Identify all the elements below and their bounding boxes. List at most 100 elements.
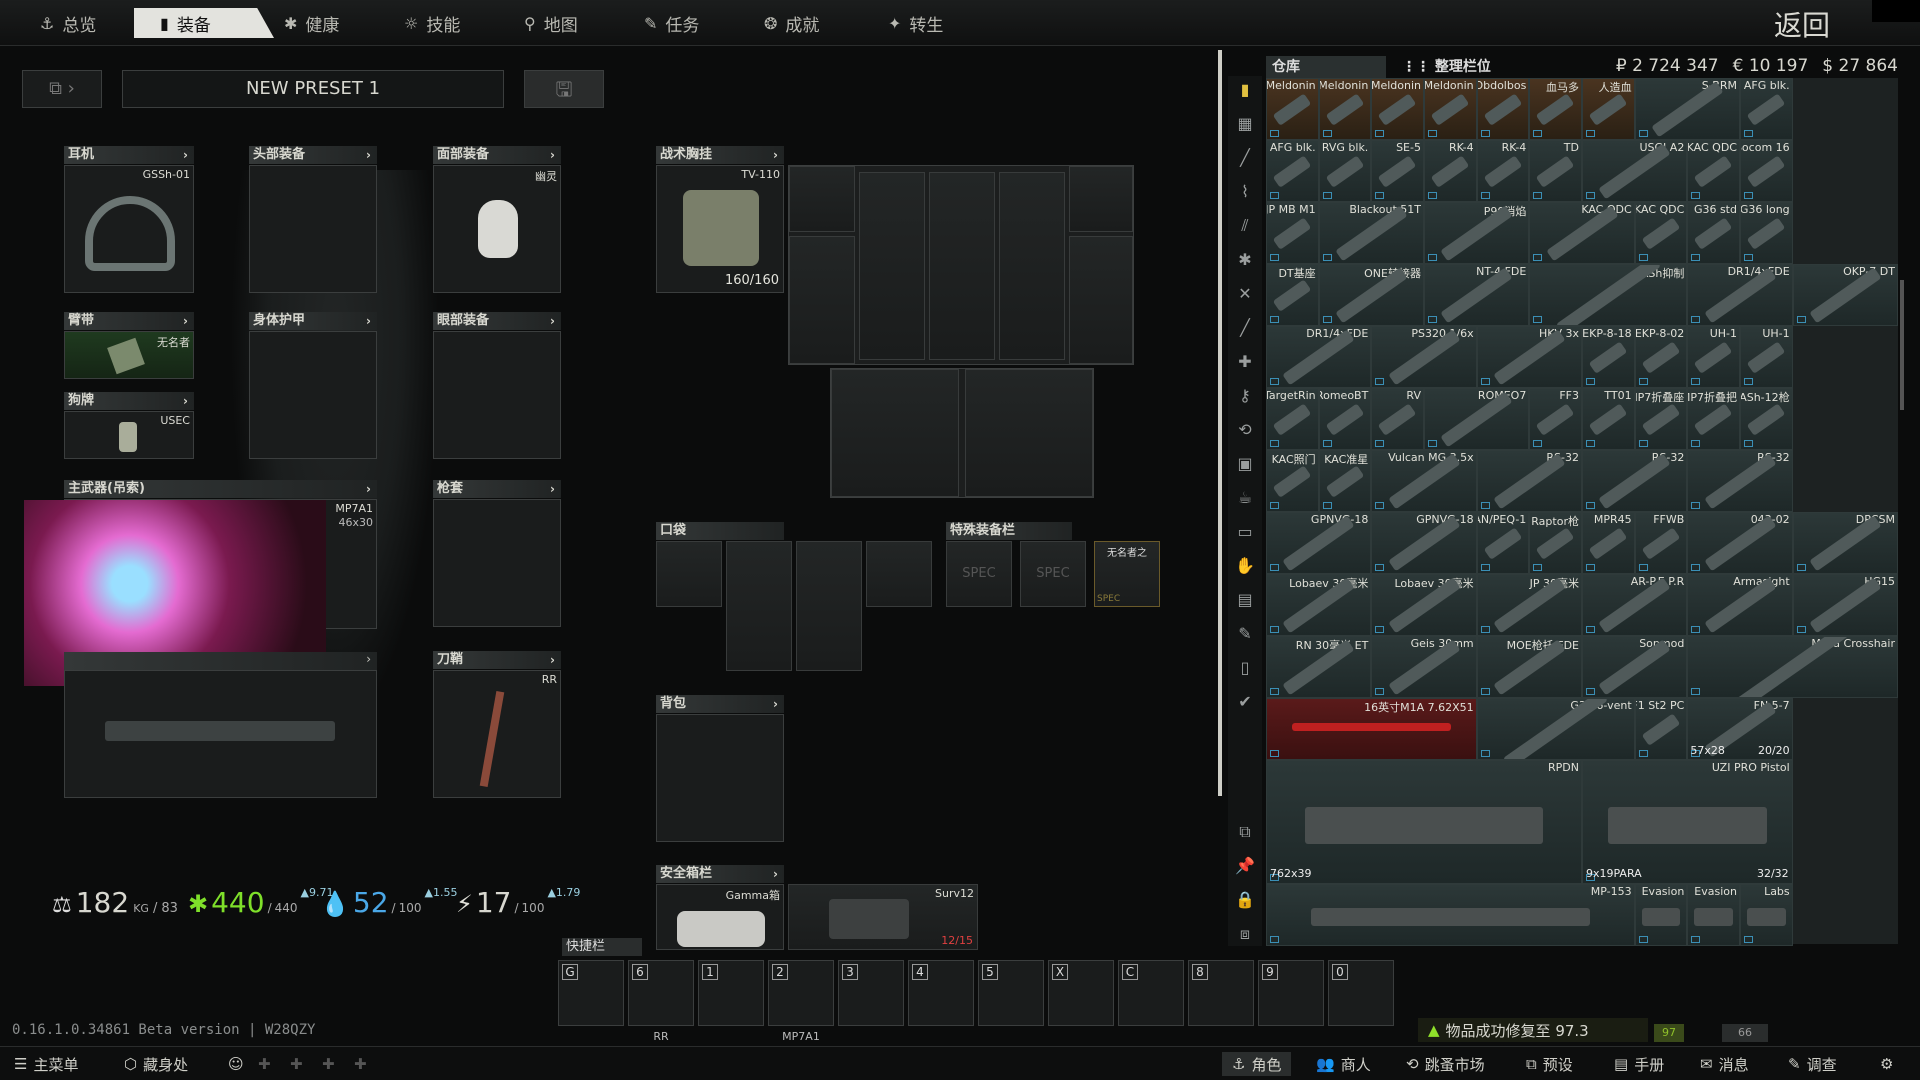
stash-item[interactable]: AR-P.E.P.R — [1582, 574, 1688, 636]
stash-item[interactable]: Meldonin — [1266, 78, 1319, 140]
stash-item[interactable]: KAC QDC — [1529, 202, 1635, 264]
stash-item[interactable]: GPNVG-18 — [1371, 512, 1477, 574]
headwear-slot[interactable] — [249, 165, 377, 293]
rig-cell[interactable] — [929, 172, 995, 360]
tab-tasks[interactable]: ✎ 任务 — [618, 8, 738, 38]
rig-cell[interactable] — [789, 236, 855, 364]
stash-item[interactable]: MP7折叠把 — [1687, 388, 1740, 450]
pin-icon[interactable]: 📌 — [1234, 856, 1256, 878]
stash-item[interactable]: G36 long — [1740, 202, 1793, 264]
containers-icon[interactable]: ▭ — [1234, 522, 1256, 544]
stash-item[interactable]: MP7折叠座 — [1634, 388, 1688, 450]
stash-item[interactable]: MPR45 — [1582, 512, 1635, 574]
stash-item[interactable]: Evasion — [1687, 884, 1740, 946]
meds-cross-icon[interactable]: ✚ — [1234, 352, 1256, 374]
tab-achievements[interactable]: ❂ 成就 — [738, 8, 858, 38]
stash-item[interactable]: 16英寸M1A 7.62X51 — [1266, 698, 1477, 760]
hideout-button[interactable]: ⬡ 藏身处 — [124, 1052, 188, 1076]
tools-icon[interactable]: ✕ — [1234, 284, 1256, 306]
provisions-icon[interactable]: ☕ — [1234, 488, 1256, 510]
stash-item[interactable]: Geis 30mm — [1371, 636, 1477, 698]
melee-filter-icon[interactable]: ⌇ — [1234, 182, 1256, 204]
stash-item[interactable]: Socom 16 — [1740, 140, 1793, 202]
hotbar-slot[interactable]: 8 — [1188, 960, 1254, 1026]
stash-item[interactable]: KAC QDC — [1687, 140, 1740, 202]
preset-copy-button[interactable]: ⧉ › — [22, 70, 102, 108]
stash-item[interactable]: Meldonin — [1424, 78, 1477, 140]
sort-filter-icon[interactable]: ▮ — [1234, 80, 1256, 102]
stash-item[interactable]: RS-32 — [1687, 450, 1793, 512]
group-slot-2[interactable]: ✚ — [290, 1052, 303, 1076]
stash-item[interactable]: HG15 — [1792, 574, 1898, 636]
stash-item[interactable]: RN 30毫米 ET — [1266, 636, 1372, 698]
stash-item[interactable]: P90消焰 — [1424, 202, 1530, 264]
stash-item[interactable]: 043-02 — [1687, 512, 1793, 574]
dogtag-slot[interactable]: USEC — [64, 411, 194, 459]
stash-item[interactable]: RPDN 762x39 — [1266, 760, 1582, 884]
rig-cell[interactable] — [965, 369, 1093, 497]
stash-item[interactable]: Labs — [1740, 884, 1793, 946]
stash-item[interactable]: DR1/4xFDE — [1266, 326, 1372, 388]
all-items-icon[interactable]: ▦ — [1234, 114, 1256, 136]
stash-item[interactable]: AFG blk. — [1740, 78, 1793, 140]
lock-icon[interactable]: 🔒 — [1234, 890, 1256, 912]
stash-item[interactable]: RomeoBT — [1318, 388, 1372, 450]
stash-item[interactable]: NT-4 FDE — [1424, 264, 1530, 326]
special-slot-1[interactable]: SPEC — [946, 541, 1012, 607]
stash-item[interactable]: Raptor枪 — [1529, 512, 1582, 574]
stash-item[interactable]: DT基座 — [1266, 264, 1319, 326]
facecover-slot[interactable]: 幽灵 — [433, 165, 561, 293]
tab-overview[interactable]: ⚓ 总览 — [14, 8, 132, 38]
hotbar-slot[interactable]: 9 — [1258, 960, 1324, 1026]
hotbar-slot[interactable]: 4 — [908, 960, 974, 1026]
armor-icon[interactable]: ▣ — [1234, 454, 1256, 476]
stash-item[interactable]: UH-1 — [1687, 326, 1740, 388]
knife-filter-icon[interactable]: ╱ — [1234, 318, 1256, 340]
stash-item[interactable]: G36 std — [1687, 202, 1740, 264]
rig-cell[interactable] — [1069, 236, 1133, 364]
stash-item[interactable]: ONE转接器 — [1318, 264, 1424, 326]
stash-item[interactable]: EKP-8-02 — [1634, 326, 1688, 388]
stash-item[interactable]: FF3 — [1529, 388, 1582, 450]
stash-item[interactable]: KAC照门 — [1266, 450, 1319, 512]
stash-item[interactable]: Mesa Crosshair — [1687, 636, 1898, 698]
pocket-cell[interactable] — [726, 541, 792, 671]
tab-skills[interactable]: ☼ 技能 — [378, 8, 498, 38]
stash-item[interactable]: MOE枪托 FDE — [1476, 636, 1582, 698]
hotbar-slot[interactable]: 2 MP7A1 — [768, 960, 834, 1043]
stash-item[interactable]: SE-5 — [1371, 140, 1424, 202]
stash-item[interactable]: RK-4 — [1476, 140, 1530, 202]
stash-item[interactable]: UH-1 — [1740, 326, 1793, 388]
stash-item[interactable]: GPNVG-18 — [1266, 512, 1372, 574]
save-preset-button[interactable]: 🖫 — [524, 70, 604, 108]
melee-slot[interactable]: RR — [433, 670, 561, 798]
tab-health[interactable]: ✱ 健康 — [258, 8, 378, 38]
armband-slot[interactable]: 无名者 — [64, 331, 194, 379]
stash-item[interactable]: Sopmod — [1582, 636, 1688, 698]
group-slot-3[interactable]: ✚ — [322, 1052, 335, 1076]
handbook-button[interactable]: ▤ 手册 — [1614, 1052, 1664, 1076]
tab-prestige[interactable]: ✦ 转生 — [862, 8, 982, 38]
docs-icon[interactable]: ▯ — [1234, 658, 1256, 680]
stash-item[interactable]: 血马多 — [1529, 78, 1582, 140]
pocket-cell[interactable] — [796, 541, 862, 671]
pocket-cell[interactable] — [866, 541, 932, 607]
stash-item[interactable]: Meldonin — [1371, 78, 1424, 140]
hotbar-slot[interactable]: G — [558, 960, 624, 1026]
stash-item[interactable]: PS320 1/6x — [1371, 326, 1477, 388]
stash-item[interactable]: KAC准星 — [1318, 450, 1372, 512]
stash-item[interactable]: ASh抑制 — [1529, 264, 1688, 326]
stash-item[interactable]: Obdolbos — [1476, 78, 1530, 140]
hotbar-slot[interactable]: X — [1048, 960, 1114, 1026]
stash-item[interactable]: Armasight — [1687, 574, 1793, 636]
stash-item[interactable]: RV — [1371, 388, 1424, 450]
character-button[interactable]: ⚓ 角色 — [1222, 1052, 1292, 1076]
special-slot-3[interactable]: 无名者之 SPEC — [1094, 541, 1160, 607]
secure-container-cell[interactable]: Surv12 12/15 — [788, 884, 978, 950]
pocket-cell[interactable] — [656, 541, 722, 607]
rig-cell[interactable] — [859, 172, 925, 360]
stash-item[interactable]: FN 5-757x2820/20 — [1687, 698, 1793, 760]
stash-item[interactable]: OKP-7 DT — [1792, 264, 1898, 326]
stash-item[interactable]: Blackout 51T — [1318, 202, 1424, 264]
tab-gear[interactable]: ▮ 装备 — [134, 8, 274, 38]
